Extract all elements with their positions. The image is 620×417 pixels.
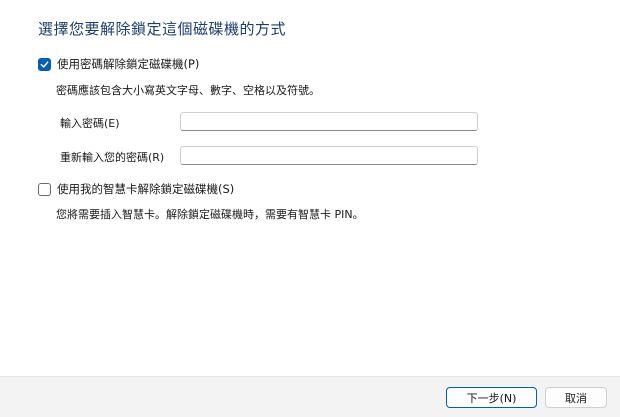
reenter-password-input[interactable] xyxy=(180,146,478,165)
enter-password-input[interactable] xyxy=(180,112,478,131)
reenter-password-label: 重新輸入您的密碼(R) xyxy=(60,151,165,164)
enter-password-label: 輸入密碼(E) xyxy=(60,117,120,130)
password-option-label[interactable]: 使用密碼解除鎖定磁碟機(P) xyxy=(57,56,199,72)
next-button[interactable]: 下一步(N) xyxy=(446,387,537,408)
smartcard-checkbox[interactable] xyxy=(38,182,51,196)
bitlocker-unlock-dialog: 選擇您要解除鎖定這個磁碟機的方式 使用密碼解除鎖定磁碟機(P) 密碼應該包含大小… xyxy=(0,0,620,417)
password-option-row[interactable]: 使用密碼解除鎖定磁碟機(P) xyxy=(38,56,199,72)
cancel-button[interactable]: 取消 xyxy=(545,387,607,408)
dialog-footer: 下一步(N) 取消 xyxy=(0,376,620,417)
smartcard-option-row[interactable]: 使用我的智慧卡解除鎖定磁碟機(S) xyxy=(38,181,234,197)
smartcard-description: 您將需要插入智慧卡。解除鎖定磁碟機時，需要有智慧卡 PIN。 xyxy=(56,208,364,221)
checkmark-icon xyxy=(40,60,49,68)
password-checkbox[interactable] xyxy=(38,57,51,71)
page-title: 選擇您要解除鎖定這個磁碟機的方式 xyxy=(38,20,287,38)
password-description: 密碼應該包含大小寫英文字母、數字、空格以及符號。 xyxy=(56,84,320,97)
smartcard-option-label[interactable]: 使用我的智慧卡解除鎖定磁碟機(S) xyxy=(57,181,234,197)
